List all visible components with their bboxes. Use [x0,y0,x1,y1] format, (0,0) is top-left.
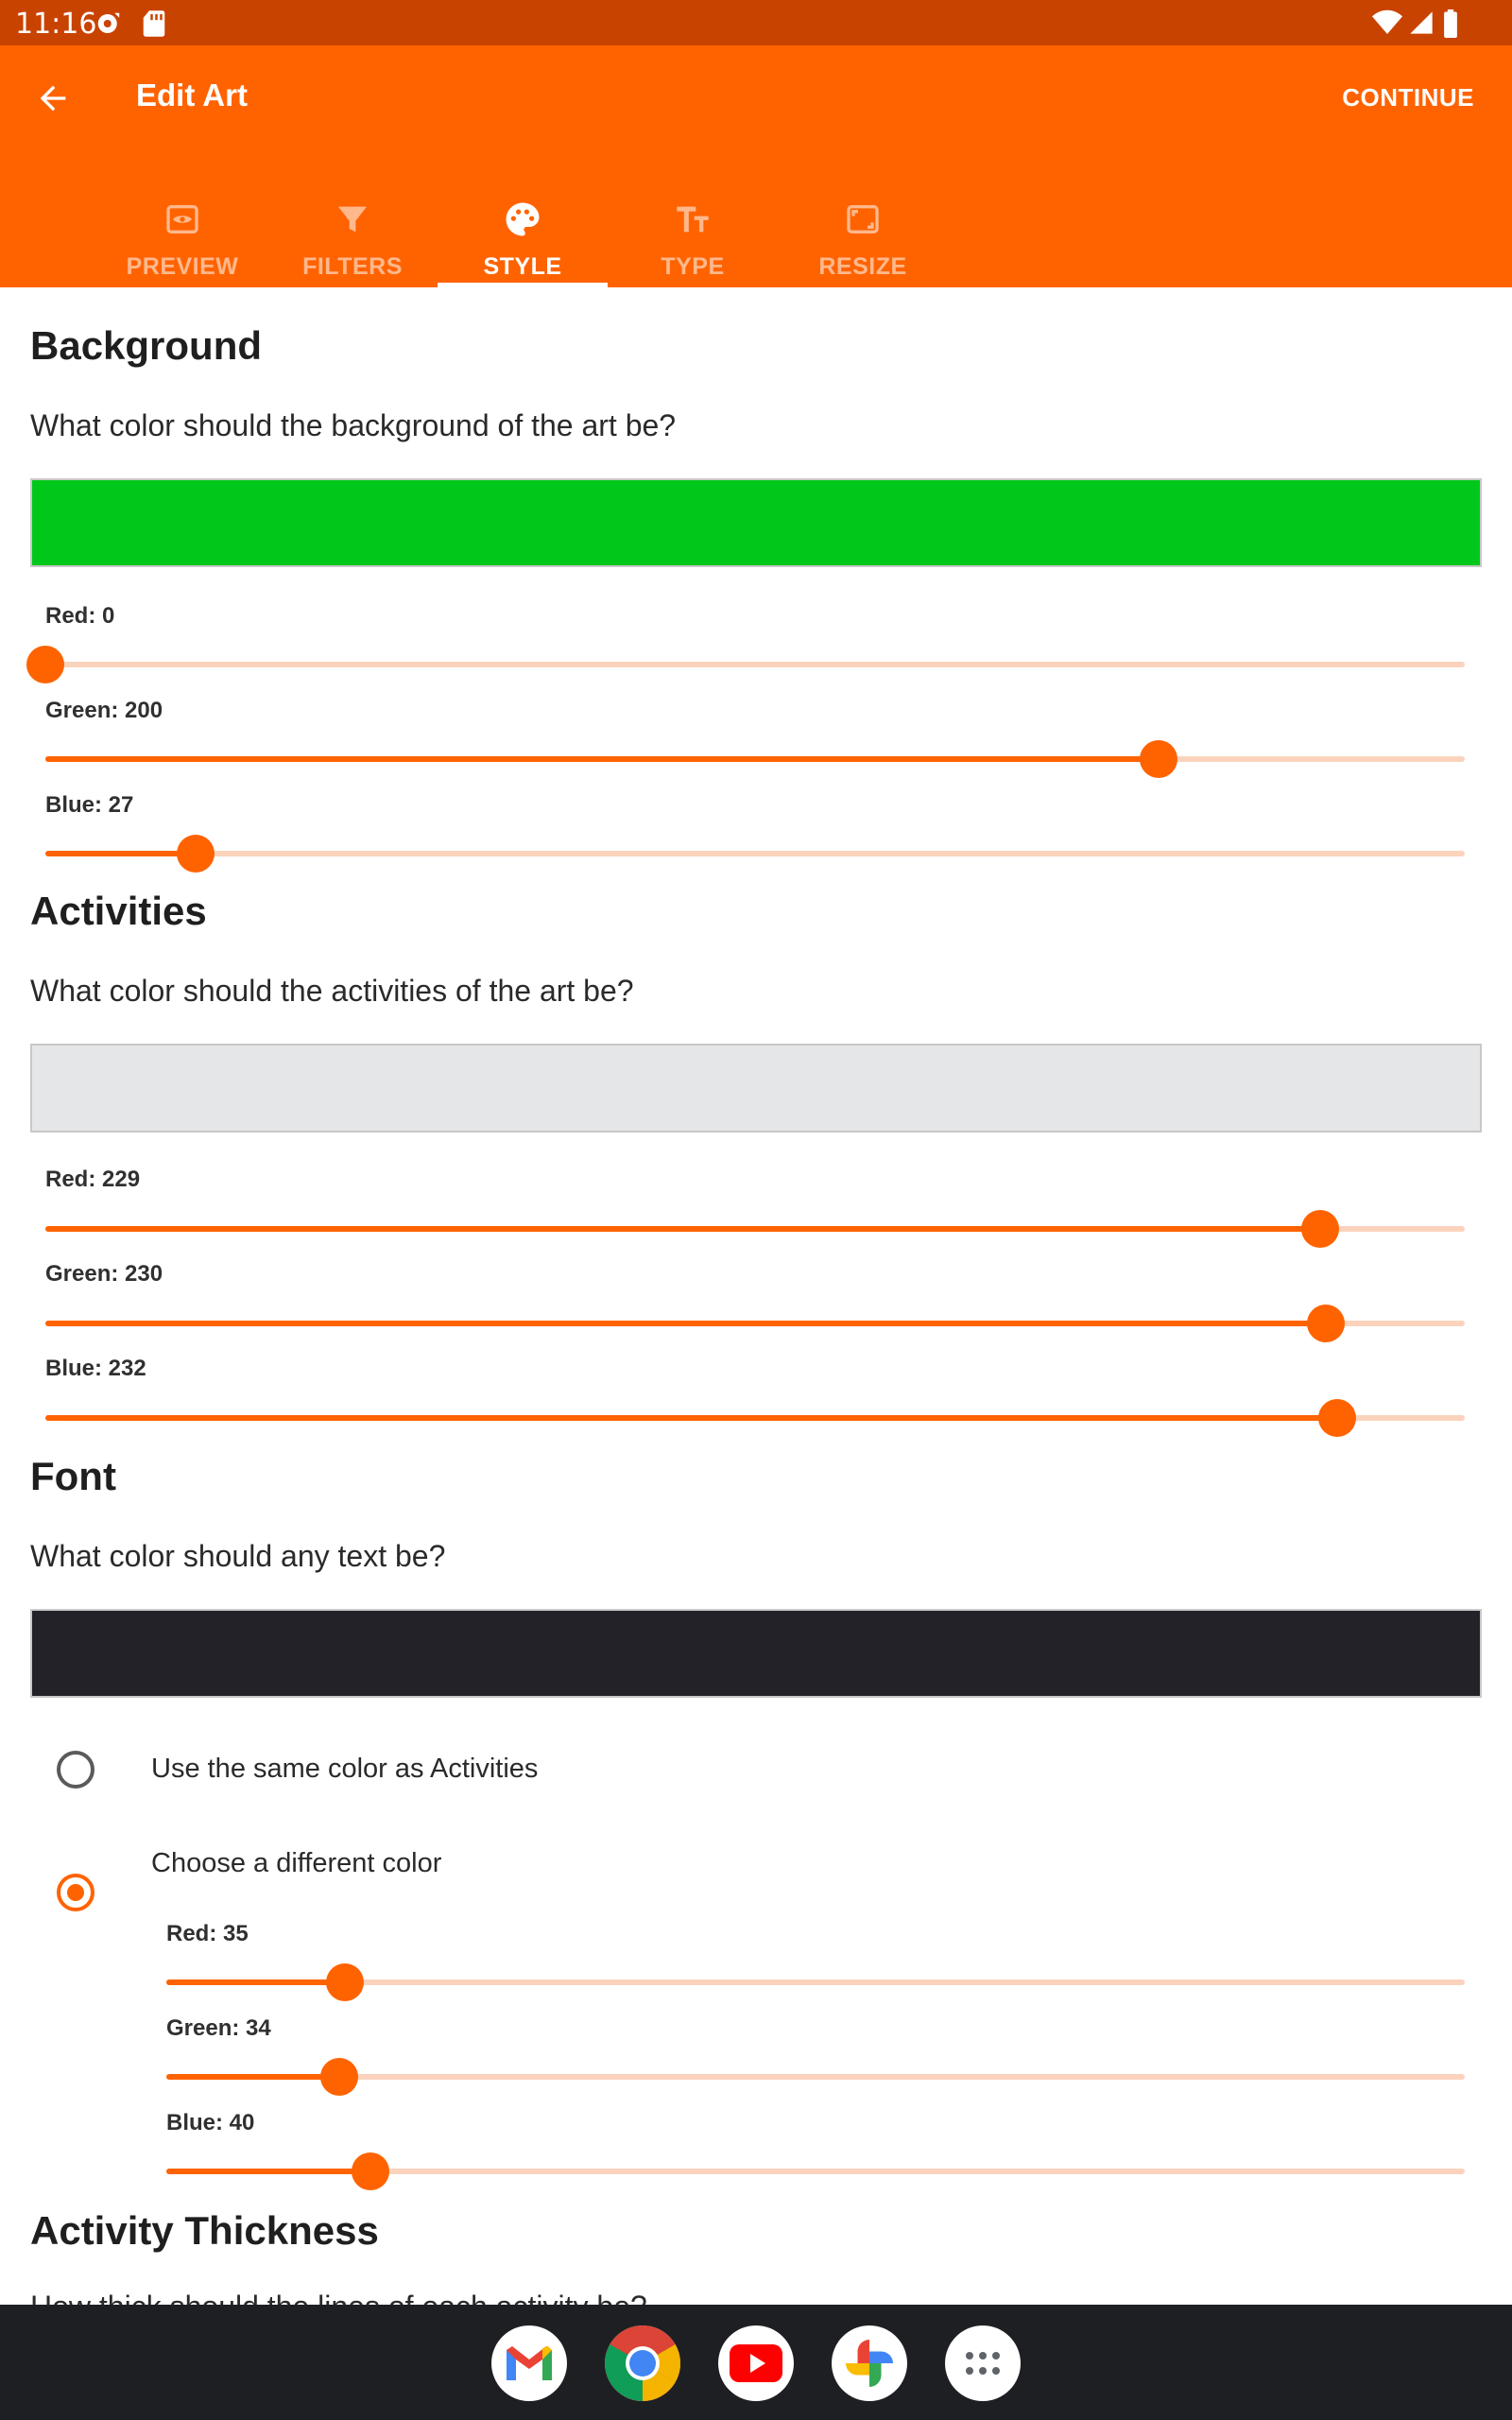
slider-fill [166,2169,370,2174]
preview-icon [162,199,203,240]
slider-thumb[interactable] [1306,1305,1345,1342]
slider-thumb[interactable] [1140,740,1178,778]
slider-fill [45,756,1160,762]
continue-button[interactable]: CONTINUE [1342,83,1474,112]
background-question: What color should the background of the … [30,408,677,442]
tab-resize[interactable]: RESIZE [778,172,948,287]
activities-green-slider[interactable] [45,1305,1465,1342]
background-red-label: Red: 0 [45,603,115,629]
slider-thumb[interactable] [26,646,64,683]
tab-label: PREVIEW [126,253,239,280]
tab-preview[interactable]: PREVIEW [97,172,267,287]
slider-thumb[interactable] [325,1963,364,2001]
youtube-icon[interactable] [718,2325,794,2401]
same-color-label[interactable]: Use the same color as Activities [151,1754,538,1785]
slider-fill [45,851,197,856]
sd-card-icon [142,9,166,43]
tab-style[interactable]: STYLE [438,172,608,287]
background-heading: Background [30,323,263,368]
slider-thumb[interactable] [1317,1399,1356,1437]
slider-thumb[interactable] [1300,1210,1339,1248]
activities-heading: Activities [30,889,207,933]
background-color-swatch [30,478,1482,567]
notification-sync-icon [94,9,123,43]
background-blue-label: Blue: 27 [45,792,134,818]
slider-fill [45,1415,1337,1421]
cell-signal-icon [1408,9,1435,41]
thickness-question: How thick should the lines of each activ… [30,2290,647,2305]
background-blue-slider[interactable] [45,835,1465,873]
thickness-heading: Activity Thickness [30,2208,379,2253]
same-color-radio[interactable] [57,1751,94,1789]
resize-icon [842,199,884,240]
activities-blue-label: Blue: 232 [45,1356,146,1381]
activities-green-label: Green: 230 [45,1261,163,1287]
app-bar: Edit Art CONTINUE PREVIEW FILTERS STYLE … [0,45,1512,287]
different-color-radio[interactable] [57,1874,94,1911]
slider-fill [166,2074,340,2080]
font-red-label: Red: 35 [166,1921,249,1946]
tab-type[interactable]: TYPE [608,172,778,287]
activities-blue-slider[interactable] [45,1399,1465,1437]
background-green-slider[interactable] [45,740,1465,778]
tab-filters[interactable]: FILTERS [267,172,438,287]
font-question: What color should any text be? [30,1539,446,1573]
page-title: Edit Art [136,78,248,112]
font-green-slider[interactable] [166,2058,1465,2096]
font-red-slider[interactable] [166,1963,1465,2001]
font-green-label: Green: 34 [166,2015,271,2041]
chrome-icon[interactable] [605,2325,680,2401]
battery-icon [1442,9,1459,43]
app-drawer-icon[interactable] [945,2325,1021,2401]
background-green-label: Green: 200 [45,698,163,723]
tab-label: FILTERS [302,253,403,280]
font-color-swatch [30,1609,1482,1698]
text-size-icon [672,199,713,240]
slider-thumb[interactable] [351,2152,389,2190]
activities-red-slider[interactable] [45,1210,1465,1248]
slider-fill [45,1321,1326,1326]
different-color-label[interactable]: Choose a different color [151,1848,441,1879]
arrow-back-icon [40,85,66,112]
tab-label: RESIZE [818,253,907,280]
background-red-slider[interactable] [26,646,1465,683]
filter-icon [332,199,373,240]
font-heading: Font [30,1454,116,1498]
font-blue-label: Blue: 40 [166,2110,255,2135]
status-bar: 11:16 [0,0,1512,45]
photos-icon[interactable] [832,2325,907,2401]
status-time: 11:16 [15,8,97,41]
tab-bar: PREVIEW FILTERS STYLE TYPE RESIZE [97,172,948,287]
palette-icon [502,199,543,240]
slider-thumb[interactable] [320,2058,359,2096]
slider-fill [166,1979,345,1985]
activities-color-swatch [30,1044,1482,1132]
app-dock [0,2305,1512,2420]
tab-label: STYLE [483,253,562,280]
activities-red-label: Red: 229 [45,1167,141,1192]
slider-fill [45,1226,1320,1232]
wifi-icon [1372,9,1402,41]
gmail-icon[interactable] [491,2325,567,2401]
style-content: Background What color should the backgro… [0,287,1512,2305]
back-button[interactable] [28,74,77,123]
tab-label: TYPE [661,253,725,280]
activities-question: What color should the activities of the … [30,974,634,1008]
slider-thumb[interactable] [177,835,215,873]
font-blue-slider[interactable] [166,2152,1465,2190]
